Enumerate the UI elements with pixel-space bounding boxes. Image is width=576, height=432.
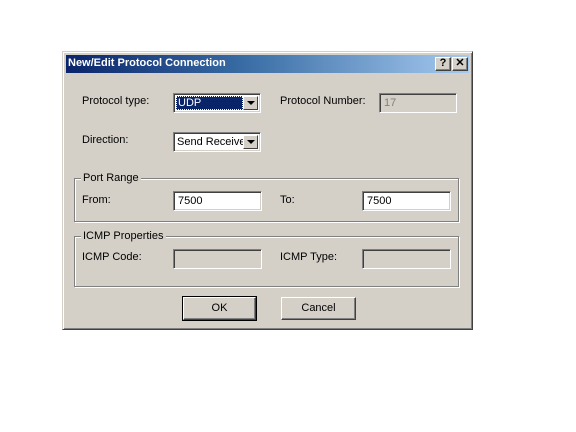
port-range-title: Port Range: [81, 172, 141, 184]
to-label: To:: [280, 194, 295, 206]
close-button[interactable]: ✕: [452, 57, 468, 71]
icmp-type-field[interactable]: [362, 249, 451, 269]
direction-value: Send Receive: [177, 136, 246, 148]
direction-label: Direction:: [82, 134, 129, 146]
chevron-down-icon[interactable]: [243, 135, 258, 149]
direction-select[interactable]: Send Receive: [173, 132, 261, 152]
port-from-input[interactable]: 7500: [173, 191, 262, 211]
icmp-properties-title: ICMP Properties: [81, 230, 166, 242]
protocol-number-label: Protocol Number:: [280, 95, 366, 107]
protocol-type-value: UDP: [176, 96, 243, 110]
dialog-title: New/Edit Protocol Connection: [68, 57, 226, 69]
protocol-type-select[interactable]: UDP: [173, 93, 261, 113]
ok-button[interactable]: OK: [182, 296, 257, 321]
protocol-type-label: Protocol type:: [82, 95, 150, 107]
icmp-type-label: ICMP Type:: [280, 251, 338, 263]
from-label: From:: [82, 194, 111, 206]
title-bar[interactable]: New/Edit Protocol Connection ? ✕: [66, 55, 469, 73]
protocol-connection-dialog: New/Edit Protocol Connection ? ✕ Protoco…: [62, 51, 473, 330]
cancel-button[interactable]: Cancel: [281, 297, 356, 320]
protocol-number-field[interactable]: 17: [379, 93, 457, 113]
help-button[interactable]: ?: [435, 57, 451, 71]
protocol-number-value: 17: [384, 97, 397, 109]
port-to-value: 7500: [367, 195, 392, 207]
port-from-value: 7500: [178, 195, 203, 207]
chevron-down-icon[interactable]: [243, 96, 258, 110]
port-to-input[interactable]: 7500: [362, 191, 451, 211]
icmp-code-field[interactable]: [173, 249, 262, 269]
icmp-code-label: ICMP Code:: [82, 251, 142, 263]
